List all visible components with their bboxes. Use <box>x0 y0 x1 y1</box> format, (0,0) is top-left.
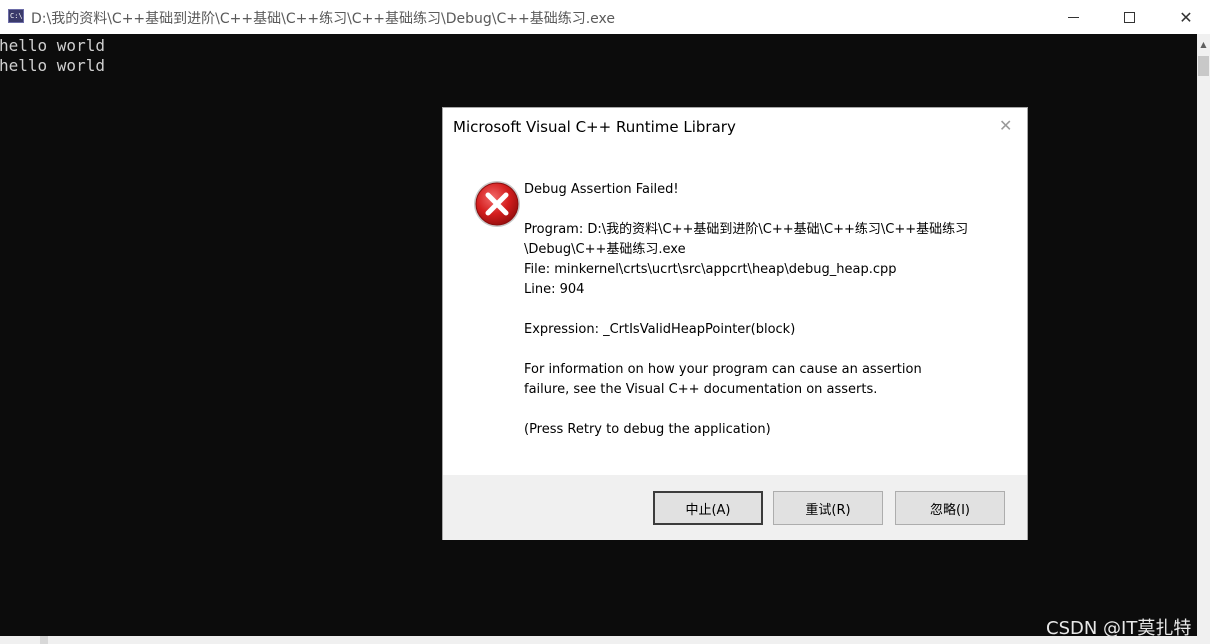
file-path: File: minkernel\crts\ucrt\src\appcrt\hea… <box>524 262 897 277</box>
minimize-icon <box>1067 16 1079 18</box>
minimize-button[interactable] <box>1050 0 1096 34</box>
close-icon: ✕ <box>1179 7 1193 27</box>
dialog-title: Microsoft Visual C++ Runtime Library <box>453 118 736 136</box>
window-title: D:\我的资料\C++基础到进阶\C++基础\C++练习\C++基础练习\Deb… <box>31 11 616 27</box>
scroll-thumb[interactable] <box>1198 56 1209 76</box>
info-text: failure, see the Visual C++ documentatio… <box>524 382 878 397</box>
program-path-line: Program: D:\我的资料\C++基础到进阶\C++基础\C++练习\C+… <box>524 222 969 237</box>
ignore-button[interactable]: 忽略(I) <box>895 491 1005 525</box>
retry-button[interactable]: 重试(R) <box>773 491 883 525</box>
retry-hint: (Press Retry to debug the application) <box>524 422 771 437</box>
expression-text: Expression: _CrtIsValidHeapPointer(block… <box>524 322 796 337</box>
dialog-button-bar: 中止(A) 重试(R) 忽略(I) <box>443 475 1027 540</box>
maximize-icon <box>1123 11 1135 23</box>
close-window-button[interactable]: ✕ <box>1163 0 1209 34</box>
scroll-thumb[interactable] <box>40 636 48 644</box>
assertion-dialog: Microsoft Visual C++ Runtime Library ✕ D… <box>442 107 1028 540</box>
console-app-icon: C:\ <box>8 9 24 23</box>
horizontal-scrollbar[interactable] <box>0 636 1210 644</box>
window-titlebar[interactable]: C:\ D:\我的资料\C++基础到进阶\C++基础\C++练习\C++基础练习… <box>0 0 1210 34</box>
dialog-close-icon[interactable]: ✕ <box>999 116 1012 135</box>
abort-button[interactable]: 中止(A) <box>653 491 763 525</box>
maximize-button[interactable] <box>1106 0 1152 34</box>
error-x-icon <box>474 181 520 227</box>
console-line: hello world <box>0 56 105 75</box>
program-path-line: \Debug\C++基础练习.exe <box>524 242 686 257</box>
dialog-heading: Debug Assertion Failed! <box>524 182 679 197</box>
console-line: hello world <box>0 36 105 55</box>
line-number: Line: 904 <box>524 282 585 297</box>
watermark: CSDN @IT莫扎特 <box>1046 618 1192 639</box>
vertical-scrollbar[interactable]: ▲ <box>1197 34 1210 636</box>
scroll-up-arrow-icon[interactable]: ▲ <box>1197 34 1210 54</box>
info-text: For information on how your program can … <box>524 362 922 377</box>
